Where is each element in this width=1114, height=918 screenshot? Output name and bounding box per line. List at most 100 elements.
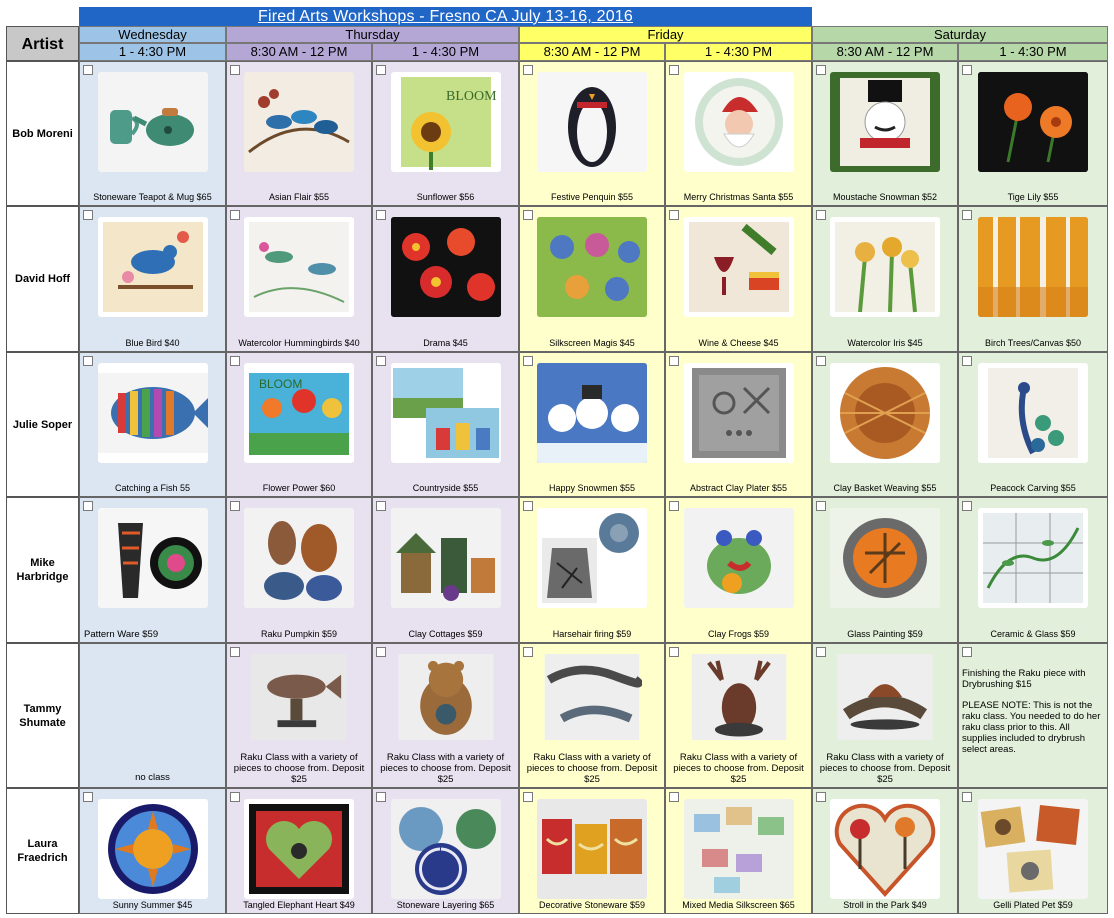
class-cell: Harsehair firing $59 [519,497,665,643]
class-checkbox[interactable] [523,792,533,802]
class-checkbox[interactable] [816,647,826,657]
class-cell: Catching a Fish 55 [79,352,226,497]
class-caption: Silkscreen Magis $45 [549,338,635,348]
artist-name: Bob Moreni [6,61,79,206]
class-checkbox[interactable] [816,792,826,802]
class-checkbox[interactable] [523,501,533,511]
class-checkbox[interactable] [83,356,93,366]
class-checkbox[interactable] [669,65,679,75]
artist-name: David Hoff [6,206,79,352]
pumpkin-image [244,508,354,608]
drama-image [390,217,501,317]
class-caption: Clay Basket Weaving $55 [833,483,937,493]
class-caption: Stroll in the Park $49 [843,900,927,910]
class-cell: Sunny Summer $45 [79,788,226,914]
class-caption: Happy Snowmen $55 [548,483,636,493]
lily-image [978,72,1088,172]
class-checkbox[interactable] [962,647,972,657]
class-checkbox[interactable] [230,65,240,75]
class-checkbox[interactable] [962,792,972,802]
class-checkbox[interactable] [816,356,826,366]
class-checkbox[interactable] [523,356,533,366]
class-checkbox[interactable] [816,65,826,75]
class-caption: Birch Trees/Canvas $50 [984,338,1082,348]
class-cell: Raku Class with a variety of pieces to c… [812,643,958,788]
class-caption: Catching a Fish 55 [114,483,191,493]
class-checkbox[interactable] [376,647,386,657]
class-checkbox[interactable] [376,501,386,511]
class-caption: Harsehair firing $59 [552,629,632,639]
class-cell: Countryside $55 [372,352,519,497]
class-checkbox[interactable] [962,356,972,366]
time-slot-header: 8:30 AM - 12 PM [519,43,665,61]
artist-name: Laura Fraedrich [6,788,79,914]
class-checkbox[interactable] [523,647,533,657]
class-cell: Tangled Elephant Heart $49 [226,788,372,914]
class-checkbox[interactable] [816,210,826,220]
basket-image [830,363,940,463]
class-cell: Stroll in the Park $49 [812,788,958,914]
layering-image [390,799,501,899]
glass-image [830,508,940,608]
class-checkbox[interactable] [230,210,240,220]
class-cell: Raku Pumpkin $59 [226,497,372,643]
class-checkbox[interactable] [523,210,533,220]
class-checkbox[interactable] [669,210,679,220]
class-checkbox[interactable] [962,65,972,75]
class-cell: Peacock Carving $55 [958,352,1108,497]
class-cell: Watercolor Hummingbirds $40 [226,206,372,352]
class-caption: Abstract Clay Plater $55 [689,483,788,493]
mixedmedia-image [683,799,794,899]
teapot-image [97,72,208,172]
rakulizard-image [542,654,642,740]
class-checkbox[interactable] [83,792,93,802]
class-checkbox[interactable] [669,356,679,366]
class-cell: Gelli Plated Pet $59 [958,788,1108,914]
artist-name: Julie Soper [6,352,79,497]
rakubear-image [396,654,496,740]
class-cell: Wine & Cheese $45 [665,206,812,352]
artist-column-header: Artist [6,26,79,61]
class-checkbox[interactable] [962,210,972,220]
class-checkbox[interactable] [376,792,386,802]
class-checkbox[interactable] [83,210,93,220]
class-checkbox[interactable] [669,647,679,657]
class-checkbox[interactable] [230,356,240,366]
class-checkbox[interactable] [523,65,533,75]
iris-image [830,217,940,317]
class-checkbox[interactable] [376,65,386,75]
class-checkbox[interactable] [230,647,240,657]
class-checkbox[interactable] [83,501,93,511]
class-checkbox[interactable] [816,501,826,511]
class-caption: Stoneware Layering $65 [396,900,495,910]
wine-image [683,217,794,317]
flowerpower-image: BLOOM [244,363,354,463]
class-checkbox[interactable] [962,501,972,511]
no-class-label: no class [135,772,170,783]
class-cell: Merry Christmas Santa $55 [665,61,812,206]
class-caption: Raku Pumpkin $59 [260,629,338,639]
class-checkbox[interactable] [230,501,240,511]
bluebird-image [97,217,208,317]
class-checkbox[interactable] [83,65,93,75]
class-cell: Blue Bird $40 [79,206,226,352]
class-cell: Asian Flair $55 [226,61,372,206]
class-checkbox[interactable] [669,501,679,511]
class-cell: Raku Class with a variety of pieces to c… [226,643,372,788]
time-slot-header: 1 - 4:30 PM [372,43,519,61]
class-cell: Pattern Ware $59 [79,497,226,643]
ceramicglass-image [978,508,1088,608]
class-checkbox[interactable] [230,792,240,802]
fish-image [97,363,208,463]
day-header-friday: Friday [519,26,812,43]
class-checkbox[interactable] [376,356,386,366]
class-checkbox[interactable] [376,210,386,220]
class-cell: Ceramic & Glass $59 [958,497,1108,643]
class-caption: Clay Frogs $59 [707,629,770,639]
cottages-image [390,508,501,608]
page-title: Fired Arts Workshops - Fresno CA July 13… [79,7,812,26]
class-cell: Mixed Media Silkscreen $65 [665,788,812,914]
class-caption: Sunny Summer $45 [112,900,193,910]
class-checkbox[interactable] [669,792,679,802]
class-caption: Sunflower $56 [416,192,475,202]
